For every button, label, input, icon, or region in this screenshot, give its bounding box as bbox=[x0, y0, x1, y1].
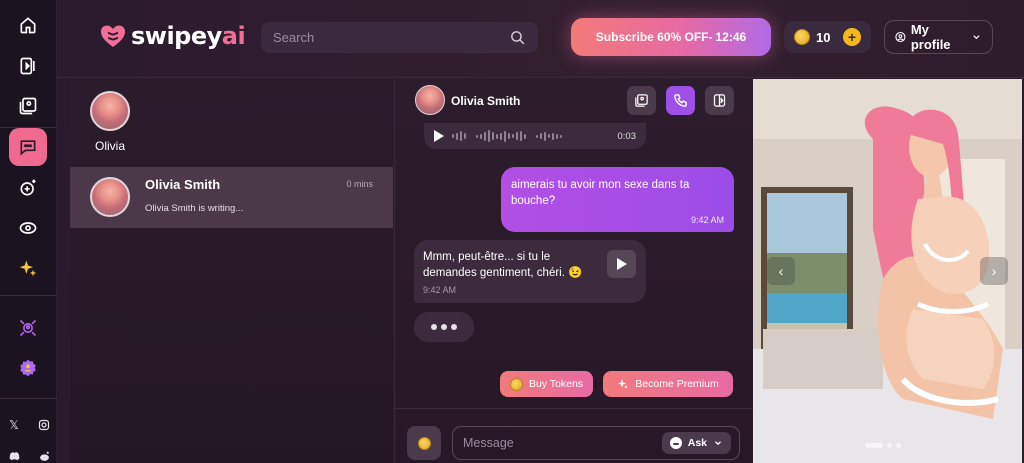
waveform bbox=[452, 129, 610, 143]
chat-panel: Olivia Smith 0:03 aimerais tu avoir mon … bbox=[394, 79, 753, 463]
avatar[interactable] bbox=[415, 85, 445, 115]
x-icon[interactable]: 𝕏 bbox=[6, 417, 22, 433]
chevron-down-icon bbox=[715, 441, 721, 446]
avatar bbox=[90, 91, 130, 131]
user-message: aimerais tu avoir mon sexe dans ta bouch… bbox=[501, 167, 734, 232]
left-sidebar: 𝕏 bbox=[0, 0, 57, 463]
toggle-panel-button[interactable] bbox=[705, 86, 734, 115]
video-icon bbox=[20, 57, 35, 75]
search-bar bbox=[261, 22, 538, 53]
emoji-button[interactable] bbox=[407, 426, 441, 460]
home-button[interactable] bbox=[9, 6, 47, 44]
favorite-contact[interactable]: Olivia bbox=[88, 91, 132, 153]
discord-icon[interactable] bbox=[6, 448, 22, 463]
brand-logo[interactable]: swipeyai bbox=[99, 22, 246, 50]
ask-dropdown[interactable]: Ask bbox=[661, 432, 731, 454]
chevron-left-icon: ‹ bbox=[778, 263, 784, 279]
carousel-indicator[interactable] bbox=[865, 443, 901, 448]
logo-text: swipeyai bbox=[131, 22, 246, 50]
become-premium-label: Become Premium bbox=[635, 378, 719, 390]
affiliate-icon bbox=[19, 319, 37, 337]
chat-list-panel: Olivia Olivia Smith 0 mins Olivia Smith … bbox=[70, 79, 393, 463]
gallery-icon bbox=[635, 94, 648, 107]
become-premium-button[interactable]: Become Premium bbox=[603, 371, 733, 397]
bot-message: Mmm, peut-être... si tu le demandes gent… bbox=[414, 240, 646, 303]
message-composer: Ask bbox=[395, 408, 753, 463]
subscribe-timer: 12:46 bbox=[715, 30, 747, 44]
conversation-preview: Olivia Smith is writing... bbox=[145, 203, 244, 214]
sparkles-icon bbox=[19, 260, 37, 277]
message-time: 9:42 AM bbox=[423, 285, 457, 295]
gallery-icon bbox=[19, 97, 37, 115]
conversation-name: Olivia Smith bbox=[145, 177, 221, 192]
add-tokens-icon[interactable]: + bbox=[843, 28, 861, 46]
conversation-time: 0 mins bbox=[346, 179, 373, 189]
call-button[interactable] bbox=[666, 86, 695, 115]
typing-indicator bbox=[414, 312, 474, 342]
discover-button[interactable] bbox=[9, 209, 47, 247]
subscribe-label: Subscribe 60% OFF- bbox=[595, 30, 713, 44]
phone-icon bbox=[674, 94, 687, 107]
message-field: Ask bbox=[452, 426, 740, 460]
reddit-icon[interactable] bbox=[36, 448, 52, 463]
carousel-dot[interactable] bbox=[896, 443, 901, 448]
carousel-dot[interactable] bbox=[887, 443, 892, 448]
message-time: 9:42 AM bbox=[690, 215, 724, 225]
voice-message: 0:03 bbox=[424, 123, 646, 149]
gallery-button[interactable] bbox=[9, 87, 47, 125]
chat-icon bbox=[20, 140, 36, 156]
token-count: 10 bbox=[816, 29, 831, 45]
play-icon[interactable] bbox=[434, 130, 444, 142]
top-bar: swipeyai Subscribe 60% OFF-12:46 10 + My… bbox=[57, 0, 1024, 78]
avatar bbox=[90, 177, 130, 217]
create-icon bbox=[20, 179, 36, 196]
next-photo-button[interactable]: › bbox=[980, 257, 1008, 285]
user-icon bbox=[895, 31, 906, 43]
search-icon[interactable] bbox=[509, 29, 526, 46]
token-coin-icon bbox=[417, 436, 431, 450]
carousel-dot[interactable] bbox=[865, 443, 883, 448]
affiliate-button[interactable] bbox=[9, 309, 47, 347]
conversation-item[interactable]: Olivia Smith 0 mins Olivia Smith is writ… bbox=[70, 167, 393, 228]
search-input[interactable] bbox=[273, 30, 509, 45]
logo-heart-icon bbox=[101, 25, 125, 47]
panel-toggle-icon bbox=[713, 94, 726, 107]
ask-label: Ask bbox=[687, 437, 707, 449]
chat-header: Olivia Smith bbox=[395, 79, 753, 123]
premium-badge-button[interactable] bbox=[9, 349, 47, 387]
chat-gallery-button[interactable] bbox=[627, 86, 656, 115]
create-button[interactable] bbox=[9, 169, 47, 207]
token-balance[interactable]: 10 + bbox=[784, 21, 871, 53]
message-text: Mmm, peut-être... si tu le demandes gent… bbox=[423, 251, 583, 279]
sparkles-button[interactable] bbox=[9, 249, 47, 287]
discover-icon bbox=[19, 222, 37, 234]
token-coin-icon bbox=[794, 29, 810, 45]
buy-tokens-label: Buy Tokens bbox=[528, 378, 584, 390]
home-icon bbox=[20, 17, 36, 34]
character-photo-panel: ‹ › bbox=[753, 79, 1022, 463]
subscribe-button[interactable]: Subscribe 60% OFF- 12:46 bbox=[571, 18, 771, 56]
instagram-icon[interactable] bbox=[36, 417, 52, 433]
message-text: aimerais tu avoir mon sexe dans ta bouch… bbox=[511, 179, 690, 207]
message-input[interactable] bbox=[463, 436, 662, 450]
voice-duration: 0:03 bbox=[617, 130, 637, 142]
chat-button[interactable] bbox=[9, 128, 47, 166]
token-coin-icon bbox=[509, 377, 523, 391]
chevron-down-icon bbox=[973, 35, 980, 40]
buy-tokens-button[interactable]: Buy Tokens bbox=[500, 371, 593, 397]
sparkles-icon bbox=[618, 379, 629, 389]
videos-button[interactable] bbox=[9, 47, 47, 85]
profile-label: My profile bbox=[910, 22, 951, 52]
chevron-right-icon: › bbox=[991, 263, 997, 279]
play-audio-button[interactable] bbox=[607, 250, 636, 278]
play-icon bbox=[616, 258, 627, 270]
smile-icon bbox=[669, 437, 682, 449]
chat-title: Olivia Smith bbox=[451, 94, 521, 108]
prev-photo-button[interactable]: ‹ bbox=[767, 257, 795, 285]
premium-badge-icon bbox=[20, 359, 36, 377]
profile-menu-button[interactable]: My profile bbox=[884, 20, 993, 54]
favorite-contact-name: Olivia bbox=[94, 139, 125, 153]
